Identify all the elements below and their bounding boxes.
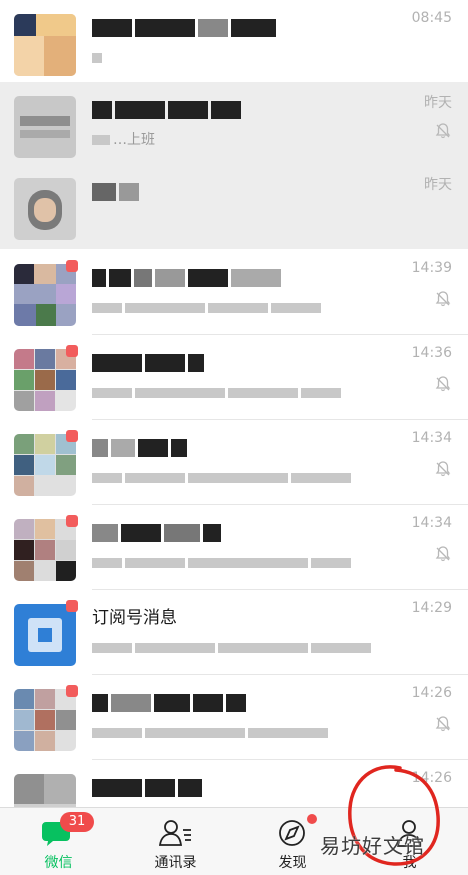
mute-bell-icon xyxy=(435,546,451,562)
avatar xyxy=(14,178,76,240)
compass-icon xyxy=(279,820,305,846)
chat-time: 14:34 xyxy=(411,430,452,446)
avatar xyxy=(14,264,76,326)
avatar xyxy=(14,14,76,76)
new-content-dot xyxy=(307,814,317,824)
chat-row-subscriptions[interactable]: 订阅号消息 14:29 xyxy=(0,590,468,675)
chat-name xyxy=(92,16,352,40)
chat-row[interactable]: 08:45 xyxy=(0,0,468,85)
chat-row[interactable]: 昨天 xyxy=(0,164,468,249)
chat-time: 昨天 xyxy=(424,95,452,111)
mute-bell-icon xyxy=(435,376,451,392)
chat-time: 08:45 xyxy=(411,10,452,26)
tab-chats[interactable]: 31 微信 xyxy=(0,808,117,875)
chat-time: 14:26 xyxy=(411,685,452,701)
unread-dot xyxy=(66,685,78,697)
unread-dot xyxy=(66,430,78,442)
unread-dot xyxy=(66,345,78,357)
chat-name xyxy=(92,521,352,545)
chat-name xyxy=(92,180,352,204)
chat-time: 14:29 xyxy=(411,600,452,616)
mute-bell-icon xyxy=(435,291,451,307)
chat-name xyxy=(92,776,352,800)
chat-row[interactable]: 14:26 xyxy=(0,675,468,760)
unread-count-badge: 31 xyxy=(60,812,94,832)
avatar xyxy=(14,519,76,581)
chat-name xyxy=(92,436,352,460)
chat-preview: …上班 xyxy=(92,130,392,150)
watermark-text: 易坊好文馆 xyxy=(320,834,425,858)
chat-list: 08:45 …上班 昨天 昨天 14:39 14:36 14:34 14:34 … xyxy=(0,0,468,808)
chat-name xyxy=(92,266,352,290)
chat-name: 订阅号消息 xyxy=(92,608,177,628)
contacts-icon xyxy=(158,820,191,846)
avatar xyxy=(14,774,76,808)
mute-bell-icon xyxy=(435,716,451,732)
chat-name xyxy=(92,691,352,715)
chat-time: 昨天 xyxy=(424,177,452,193)
unread-dot xyxy=(66,600,78,612)
wechat-chat-screen: 08:45 …上班 昨天 昨天 14:39 14:36 14:34 14:34 … xyxy=(0,0,468,875)
avatar xyxy=(14,434,76,496)
tab-label: 微信 xyxy=(44,855,73,871)
chat-preview xyxy=(92,468,392,488)
mute-bell-icon xyxy=(435,123,451,139)
chat-row[interactable]: 14:34 xyxy=(0,505,468,590)
avatar xyxy=(14,96,76,158)
chat-preview xyxy=(92,553,392,573)
chat-row[interactable]: …上班 昨天 xyxy=(0,82,468,167)
avatar xyxy=(14,349,76,411)
tab-label: 通讯录 xyxy=(154,855,197,871)
unread-dot xyxy=(66,260,78,272)
unread-dot xyxy=(66,515,78,527)
chat-preview xyxy=(92,383,392,403)
chat-preview xyxy=(92,723,392,743)
chat-time: 14:36 xyxy=(411,345,452,361)
chat-name xyxy=(92,351,352,375)
chat-time: 14:39 xyxy=(411,260,452,276)
chat-preview xyxy=(92,212,392,232)
avatar xyxy=(14,689,76,751)
chat-row[interactable]: 14:39 xyxy=(0,250,468,335)
chat-name xyxy=(92,98,352,122)
subscription-icon xyxy=(14,604,76,666)
mute-bell-icon xyxy=(435,461,451,477)
chat-preview xyxy=(92,638,392,658)
chat-preview xyxy=(92,298,392,318)
chat-row[interactable]: 14:34 xyxy=(0,420,468,505)
chat-time: 14:34 xyxy=(411,515,452,531)
chat-preview xyxy=(92,48,392,68)
tab-contacts[interactable]: 通讯录 xyxy=(117,808,234,875)
chat-row[interactable]: 14:36 xyxy=(0,335,468,420)
